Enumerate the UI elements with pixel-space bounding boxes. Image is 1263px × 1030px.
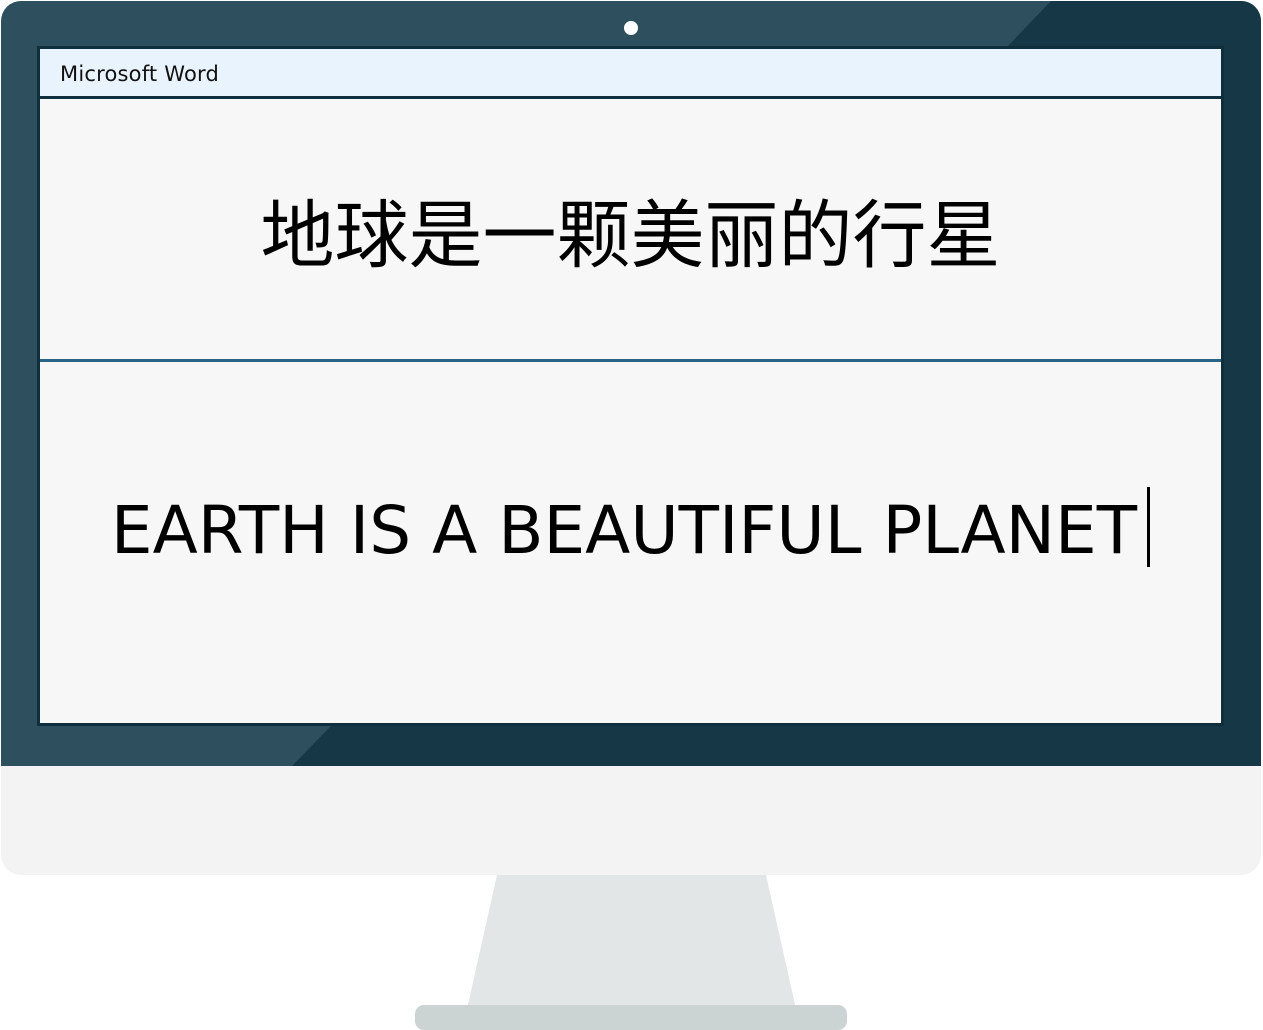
english-text-line[interactable]: EARTH IS A BEAUTIFUL PLANET <box>40 487 1221 571</box>
title-bar: Microsoft Word <box>40 49 1221 99</box>
monitor-chin <box>1 766 1261 875</box>
monitor-stand <box>415 875 847 1030</box>
text-cursor <box>1147 487 1151 567</box>
monitor: Microsoft Word 地球是一颗美丽的行星 EARTH IS A BEA… <box>0 0 1263 1030</box>
document-area[interactable]: 地球是一颗美丽的行星 EARTH IS A BEAUTIFUL PLANET <box>40 99 1221 723</box>
chinese-text-line[interactable]: 地球是一颗美丽的行星 <box>40 191 1221 281</box>
app-title: Microsoft Word <box>60 62 220 86</box>
section-divider <box>40 359 1221 362</box>
english-text[interactable]: EARTH IS A BEAUTIFUL PLANET <box>111 492 1137 569</box>
word-window: Microsoft Word 地球是一颗美丽的行星 EARTH IS A BEA… <box>37 46 1224 726</box>
camera-icon <box>624 21 638 35</box>
